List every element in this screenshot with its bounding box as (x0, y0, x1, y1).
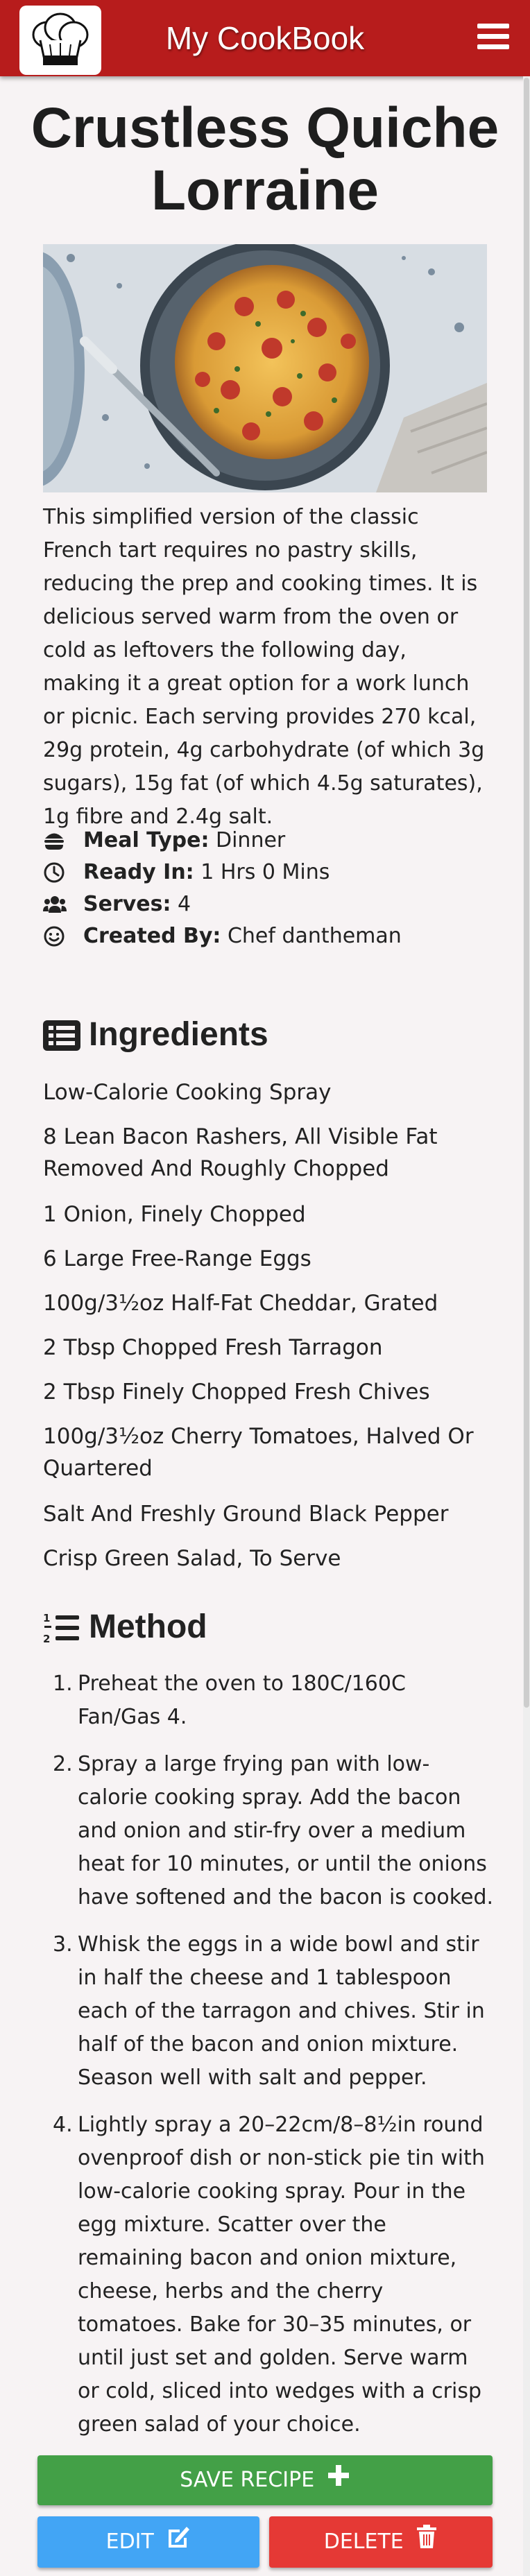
method-step: 2. Spray a large frying pan with low-cal… (43, 1748, 493, 1914)
ingredient-item: 1 Onion, Finely Chopped (43, 1202, 306, 1227)
save-button-label: SAVE RECIPE (180, 2468, 315, 2492)
ingredient-item: 2 Tbsp Chopped Fresh Tarragon (43, 1335, 383, 1360)
ingredient-item: 6 Large Free-Range Eggs (43, 1246, 311, 1271)
meta-value: 4 (171, 892, 191, 916)
edit-button-label: EDIT (105, 2530, 154, 2554)
ingredient-item: 2 Tbsp Finely Chopped Fresh Chives (43, 1380, 430, 1405)
method-step: 3. Whisk the eggs in a wide bowl and sti… (43, 1928, 487, 2095)
brand-title[interactable]: My CookBook (0, 0, 530, 76)
hamburger-food-icon (43, 830, 65, 852)
save-recipe-button[interactable]: SAVE RECIPE (37, 2455, 493, 2505)
edit-icon (166, 2517, 191, 2568)
svg-text:1: 1 (43, 1612, 50, 1624)
meta-value: Dinner (209, 828, 286, 852)
recipe-title: Crustless Quiche Lorraine (31, 96, 499, 222)
hamburger-menu-icon[interactable] (477, 24, 509, 53)
step-text: Spray a large frying pan with low-calori… (78, 1752, 494, 1909)
trash-icon (416, 2517, 438, 2568)
step-text: Whisk the eggs in a wide bowl and stir i… (78, 1932, 485, 2090)
ingredient-item: Crisp Green Salad, To Serve (43, 1546, 341, 1571)
meta-label: Meal Type: (83, 828, 210, 852)
step-number: 2. (53, 1752, 73, 1776)
step-number: 1. (53, 1672, 73, 1696)
meta-label: Serves: (83, 892, 171, 916)
step-number: 4. (53, 2113, 73, 2137)
meta-label: Ready In: (83, 860, 194, 884)
method-step: 1. Preheat the oven to 180C/160C Fan/Gas… (43, 1667, 487, 1734)
ingredient-item: Salt And Freshly Ground Black Pepper (43, 1502, 449, 1527)
smile-icon (43, 925, 65, 947)
list-icon (43, 1020, 80, 1051)
meta-value: 1 Hrs 0 Mins (194, 860, 330, 884)
svg-text:2: 2 (43, 1633, 50, 1644)
ready-in-row: Ready In: 1 Hrs 0 Mins (43, 857, 487, 888)
delete-button-label: DELETE (323, 2530, 404, 2554)
ingredient-item: 100g/3½oz Half-Fat Cheddar, Grated (43, 1291, 438, 1316)
recipe-description: This simplified version of the classic F… (43, 505, 485, 829)
meta-label: Created By: (83, 924, 221, 948)
step-text: Lightly spray a 20–22cm/8–8½in round ove… (78, 2113, 485, 2437)
ingredient-item: 100g/3½oz Cherry Tomatoes, Halved Or Qua… (43, 1424, 474, 1481)
users-icon (43, 893, 67, 916)
recipe-image (43, 244, 487, 492)
meta-value: Chef dantheman (221, 924, 402, 948)
ordered-list-icon: 1 2 (43, 1612, 80, 1645)
step-text: Preheat the oven to 180C/160C Fan/Gas 4. (78, 1672, 406, 1729)
method-step: 4. Lightly spray a 20–22cm/8–8½in round … (43, 2109, 487, 2437)
delete-button[interactable]: DELETE (269, 2516, 493, 2568)
ingredients-title: Ingredients (89, 1016, 268, 1053)
plus-icon (327, 2456, 350, 2506)
ingredient-item: Low-Calorie Cooking Spray (43, 1080, 332, 1105)
method-title: Method (89, 1608, 207, 1645)
ingredient-item: 8 Lean Bacon Rashers, All Visible Fat Re… (43, 1124, 438, 1181)
clock-icon (43, 861, 65, 884)
serves-row: Serves: 4 (43, 889, 487, 920)
meal-type-row: Meal Type: Dinner (43, 825, 487, 856)
scrollbar-thumb[interactable] (524, 78, 529, 1708)
edit-button[interactable]: EDIT (37, 2516, 259, 2568)
navbar: My CookBook (0, 0, 530, 76)
created-by-row: Created By: Chef dantheman (43, 921, 487, 952)
step-number: 3. (53, 1932, 73, 1957)
